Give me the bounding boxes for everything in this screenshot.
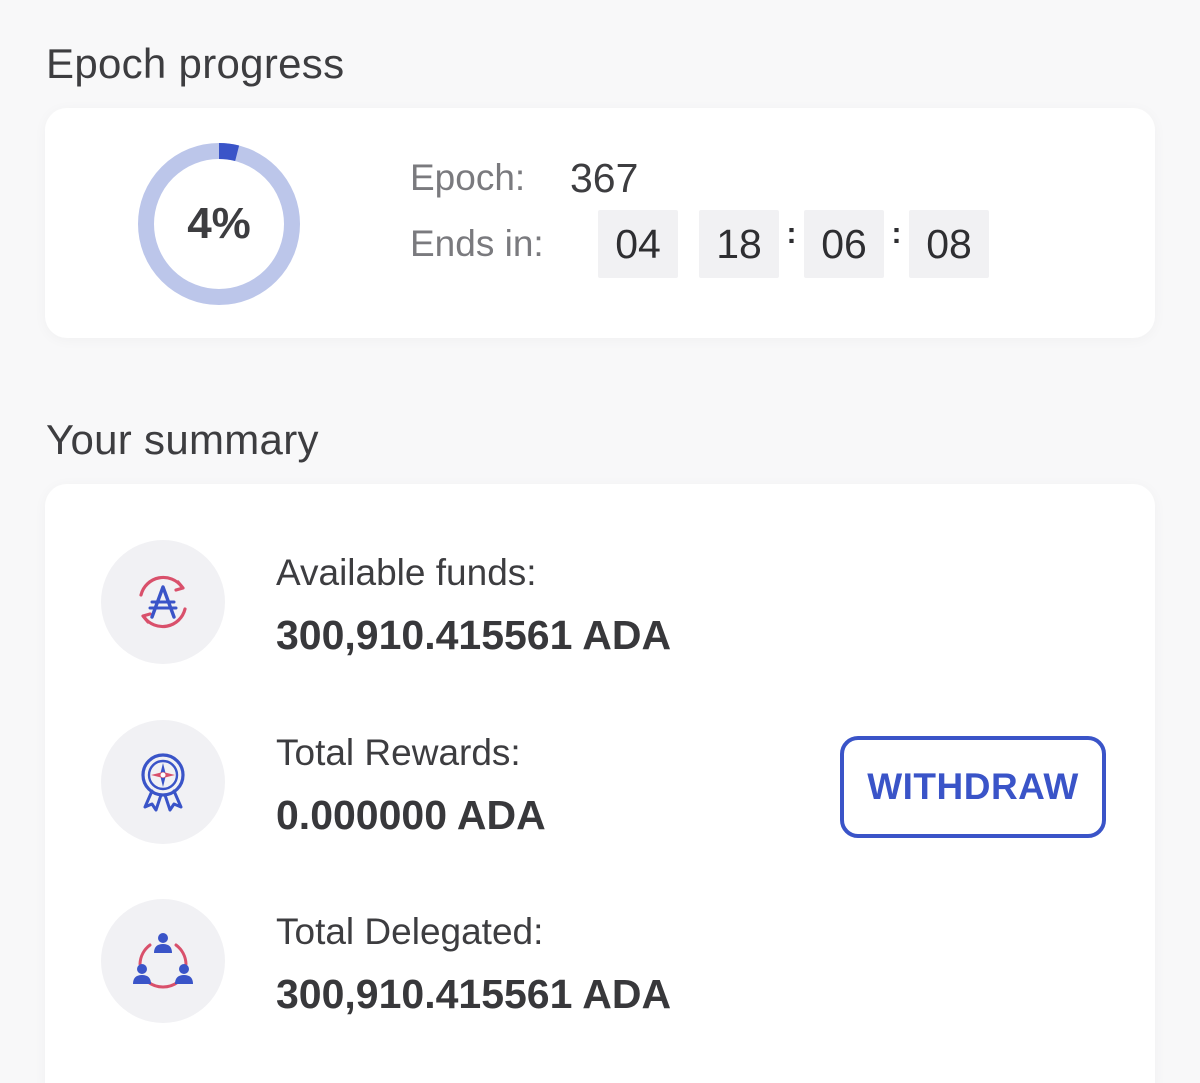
epoch-progress-ring: 4% [137, 142, 301, 306]
epoch-countdown-row: Ends in: 04 18 : 06 : 08 [410, 210, 989, 278]
countdown-hours: 18 [699, 210, 779, 278]
countdown-separator: : [891, 217, 902, 250]
countdown-minutes: 06 [804, 210, 884, 278]
total-delegated-label: Total Delegated: [276, 911, 544, 952]
available-funds-label: Available funds: [276, 552, 537, 593]
epoch-label: Epoch: [410, 157, 526, 198]
epoch-progress-card: 4% Epoch: 367 Ends in: 04 18 : 06 : 08 [45, 108, 1155, 338]
epoch-progress-title: Epoch progress [46, 40, 345, 87]
epoch-number: 367 [570, 154, 639, 201]
epoch-number-row: Epoch: 367 [410, 152, 638, 204]
page: Epoch progress 4% Epoch: 367 Ends in: 04… [0, 0, 1200, 1083]
countdown-days: 04 [598, 210, 678, 278]
total-delegated-value: 300,910.415561 ADA [276, 971, 672, 1017]
withdraw-button[interactable]: WITHDRAW [840, 736, 1106, 838]
delegation-users-icon [101, 899, 225, 1023]
total-delegated-row: Total Delegated: 300,910.415561 ADA [101, 899, 1101, 1023]
your-summary-title: Your summary [46, 416, 319, 463]
total-rewards-label: Total Rewards: [276, 732, 521, 773]
available-funds-row: Available funds: 300,910.415561 ADA [101, 540, 1101, 664]
ends-in-label: Ends in: [410, 223, 544, 264]
total-rewards-value: 0.000000 ADA [276, 792, 546, 838]
available-funds-value: 300,910.415561 ADA [276, 612, 672, 658]
reward-badge-icon [101, 720, 225, 844]
countdown-separator: : [786, 217, 797, 250]
summary-card: Available funds: 300,910.415561 ADA Tota… [45, 484, 1155, 1083]
countdown-seconds: 08 [909, 210, 989, 278]
epoch-percent-label: 4% [187, 199, 251, 248]
ada-exchange-icon [101, 540, 225, 664]
